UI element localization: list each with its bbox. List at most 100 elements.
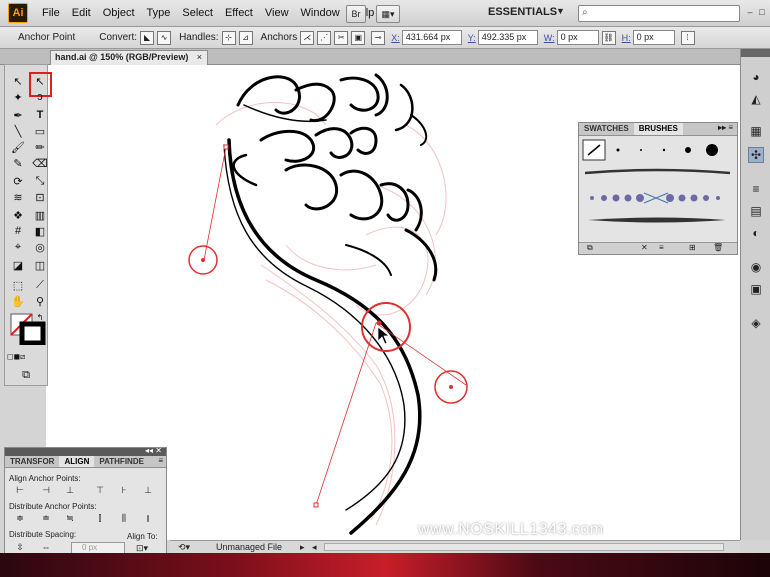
menu-file[interactable]: File — [42, 7, 60, 19]
brush-library-icon[interactable]: ⧉ — [587, 243, 593, 253]
paintbrush-tool-icon[interactable]: 🖌 — [9, 139, 27, 155]
brush-library[interactable] — [582, 139, 734, 237]
gradient-panel-icon[interactable]: ▤ — [748, 203, 764, 219]
type-tool-icon[interactable]: T — [31, 107, 49, 123]
remove-stroke-icon[interactable]: ✕ — [641, 243, 648, 252]
rotate-view-icon[interactable]: ⟲▾ — [178, 542, 190, 553]
hand-tool-icon[interactable]: ✋ — [9, 293, 27, 309]
appearance-panel-icon[interactable]: ◉ — [748, 259, 764, 275]
screen-mode-icon[interactable]: ⧉ — [17, 367, 35, 383]
close-icon[interactable]: × — [197, 51, 202, 64]
swap-fill-stroke-icon[interactable]: ↰ — [31, 309, 49, 325]
show-handles-icon[interactable]: ⊹ — [221, 30, 236, 45]
isolate-icon[interactable]: ▣ — [351, 30, 366, 45]
transform-grid-icon[interactable]: ⁞ — [680, 30, 695, 45]
align-panel-header[interactable]: ◂◂ ✕ — [5, 446, 166, 456]
scroll-left-icon[interactable]: ◂ — [312, 542, 317, 553]
x-field[interactable]: 431.664 px — [401, 30, 462, 45]
gradient-tool-icon[interactable]: ◧ — [31, 223, 49, 239]
blend-tool-icon[interactable]: ◎ — [31, 239, 49, 255]
align-right-icon[interactable]: ⊥ — [63, 484, 77, 496]
menu-select[interactable]: Select — [182, 7, 213, 19]
connect-anchor-icon[interactable]: ⋰ — [317, 30, 332, 45]
tab-pathfinder[interactable]: PATHFINDE — [94, 456, 149, 467]
bridge-button[interactable]: Br — [346, 5, 366, 23]
convert-smooth-icon[interactable]: ∿ — [157, 30, 172, 45]
chevron-down-icon[interactable]: ▼ — [556, 6, 565, 16]
layers-panel-icon[interactable]: ◈ — [748, 315, 764, 331]
eraser-tool-icon[interactable]: ⌫ — [31, 155, 49, 171]
color-panel-icon[interactable]: ◕ — [748, 69, 764, 85]
convert-corner-icon[interactable]: ◣ — [140, 30, 155, 45]
live-paint-selection-tool-icon[interactable]: ◫ — [31, 257, 49, 273]
align-left-icon[interactable]: ⊢ — [13, 484, 27, 496]
free-transform-tool-icon[interactable]: ⊡ — [31, 189, 49, 205]
slice-tool-icon[interactable]: ⟋ — [31, 277, 49, 293]
tab-align[interactable]: ALIGN — [59, 456, 95, 467]
delete-brush-icon[interactable]: 🗑 — [713, 243, 723, 252]
distribute-vspace-icon[interactable]: ⇳ — [13, 541, 27, 553]
menu-object[interactable]: Object — [103, 7, 135, 19]
align-hcenter-icon[interactable]: ⊣ — [39, 484, 53, 496]
distribute-bottom-icon[interactable]: ≒ — [63, 512, 77, 524]
blob-brush-tool-icon[interactable]: ✎ — [9, 155, 27, 171]
hide-handles-icon[interactable]: ⊿ — [238, 30, 253, 45]
scale-tool-icon[interactable]: ⤡ — [31, 173, 49, 189]
panel-menu-icon[interactable]: ≡ — [158, 456, 166, 467]
minimize-icon[interactable]: – — [745, 5, 755, 19]
direction-handles[interactable] — [188, 144, 468, 508]
distribute-left-icon[interactable]: ⫿ — [93, 512, 107, 524]
distribute-right-icon[interactable]: ⫾ — [141, 512, 155, 524]
column-graph-tool-icon[interactable]: ▥ — [31, 207, 49, 223]
align-top-icon[interactable]: ⊤ — [93, 484, 107, 496]
maximize-icon[interactable]: □ — [757, 5, 767, 19]
panel-menu-icon[interactable]: ▸▸ ≡ — [718, 123, 737, 135]
lasso-tool-icon[interactable]: ↄ — [31, 89, 49, 105]
menu-edit[interactable]: Edit — [72, 7, 91, 19]
graphic-styles-panel-icon[interactable]: ▣ — [748, 281, 764, 297]
live-paint-tool-icon[interactable]: ◪ — [9, 257, 27, 273]
artboard-tool-icon[interactable]: ⬚ — [9, 277, 27, 293]
workspace-switcher[interactable]: ESSENTIALS — [488, 6, 557, 18]
eyedropper-tool-icon[interactable]: ⌖ — [9, 239, 27, 255]
link-icon[interactable]: ⛓ — [601, 30, 616, 45]
y-field[interactable]: 492.335 px — [477, 30, 538, 45]
document-status[interactable]: Unmanaged File — [216, 542, 282, 552]
selection-tool-icon[interactable]: ↖ — [9, 73, 27, 89]
color-guide-panel-icon[interactable]: ◭ — [748, 91, 764, 107]
magic-wand-tool-icon[interactable]: ✦ — [9, 89, 27, 105]
warp-tool-icon[interactable]: ≋ — [9, 189, 27, 205]
pencil-tool-icon[interactable]: ✏ — [31, 139, 49, 155]
transparency-panel-icon[interactable]: ◐ — [748, 225, 764, 241]
stroke-weight-icon[interactable]: ⊸ — [371, 30, 386, 45]
h-field[interactable]: 0 px — [632, 30, 675, 45]
remove-anchor-icon[interactable]: ⋌ — [300, 30, 315, 45]
menu-type[interactable]: Type — [147, 7, 171, 19]
symbol-sprayer-tool-icon[interactable]: ❖ — [9, 207, 27, 223]
search-input[interactable]: ⌕ — [578, 5, 740, 22]
dock-header[interactable] — [741, 49, 770, 57]
rotate-tool-icon[interactable]: ⟳ — [9, 173, 27, 189]
arrange-documents-button[interactable]: ▦▾ — [376, 5, 400, 23]
line-tool-icon[interactable]: ╲ — [9, 123, 27, 139]
collapse-icon[interactable]: ◂◂ ✕ — [145, 446, 162, 455]
color-mode-icon[interactable]: ◻◼⧄ — [7, 349, 25, 365]
distribute-vcenter-icon[interactable]: ≐ — [39, 512, 53, 524]
tab-brushes[interactable]: BRUSHES — [633, 123, 683, 135]
w-field[interactable]: 0 px — [556, 30, 599, 45]
align-vcenter-icon[interactable]: ⊦ — [117, 484, 131, 496]
mesh-tool-icon[interactable]: # — [9, 223, 27, 239]
distribute-top-icon[interactable]: ≑ — [13, 512, 27, 524]
zoom-tool-icon[interactable]: ⚲ — [31, 293, 49, 309]
horizontal-scrollbar[interactable] — [324, 543, 724, 551]
swatches-panel-icon[interactable]: ▦ — [748, 123, 764, 139]
new-brush-icon[interactable]: ⊞ — [689, 243, 696, 252]
status-menu-arrow-icon[interactable]: ▸ — [300, 542, 305, 553]
brushes-panel-icon[interactable]: ✣ — [748, 147, 764, 163]
menu-window[interactable]: Window — [301, 7, 340, 19]
distribute-hspace-icon[interactable]: ⇔ — [39, 541, 53, 553]
document-tab[interactable]: hand.ai @ 150% (RGB/Preview) × — [50, 50, 208, 65]
tab-transform[interactable]: TRANSFOR — [5, 456, 59, 467]
tab-swatches[interactable]: SWATCHES — [579, 123, 634, 135]
menu-effect[interactable]: Effect — [225, 7, 253, 19]
